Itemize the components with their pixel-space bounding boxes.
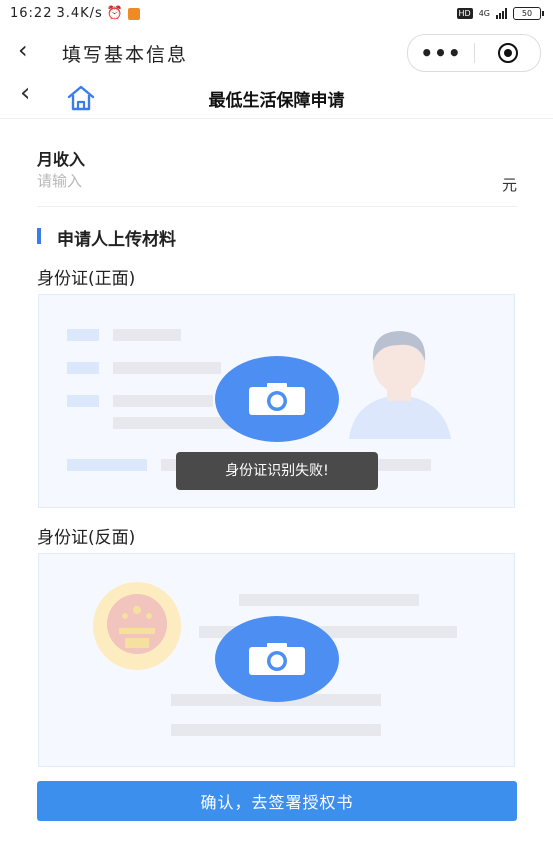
hd-badge: HD xyxy=(456,8,473,19)
status-time: 16:22 xyxy=(10,6,53,21)
confirm-sign-button[interactable]: 确认，去签署授权书 xyxy=(37,781,517,821)
national-emblem-icon xyxy=(93,582,181,670)
capsule-menu: ••• xyxy=(407,34,541,72)
page-title: 最低生活保障申请 xyxy=(208,91,345,111)
section-title: 申请人上传材料 xyxy=(37,225,176,250)
target-icon xyxy=(497,43,518,63)
battery-icon: 50 xyxy=(513,7,544,20)
camera-button[interactable] xyxy=(215,356,339,442)
income-unit: 元 xyxy=(501,176,517,194)
network-label: 4G xyxy=(478,9,490,18)
income-field: 月收入 元 xyxy=(37,146,517,207)
app-notification-icon xyxy=(128,7,141,20)
placeholder-line xyxy=(67,362,99,374)
placeholder-line xyxy=(239,594,419,606)
camera-button[interactable] xyxy=(215,616,339,702)
placeholder-line xyxy=(171,724,381,736)
page-header: ‹ 最低生活保障申请 xyxy=(0,76,553,119)
camera-icon xyxy=(249,383,305,415)
status-left: 16:22 3.4K/s ⏰ xyxy=(10,6,141,21)
income-label: 月收入 xyxy=(37,150,86,169)
placeholder-line xyxy=(113,329,181,341)
nav-title: 填写基本信息 xyxy=(62,44,189,66)
id-front-label: 身份证(正面) xyxy=(37,269,136,289)
placeholder-line xyxy=(67,459,147,471)
income-input[interactable] xyxy=(37,172,477,190)
nav-back-icon[interactable]: ‹ xyxy=(18,36,28,64)
mini-program-navbar: ‹ 填写基本信息 ••• xyxy=(0,30,553,74)
error-toast: 身份证识别失败! xyxy=(176,452,378,490)
status-right: HD 4G 50 xyxy=(456,7,544,20)
status-bar: 16:22 3.4K/s ⏰ HD 4G 50 xyxy=(0,0,553,30)
person-silhouette-icon xyxy=(349,331,451,439)
placeholder-line xyxy=(67,329,99,341)
more-button[interactable]: ••• xyxy=(408,35,474,71)
signal-icon xyxy=(496,8,507,19)
id-back-label: 身份证(反面) xyxy=(37,528,136,548)
placeholder-line xyxy=(113,362,221,374)
status-speed: 3.4K/s xyxy=(56,6,103,21)
placeholder-line xyxy=(67,395,99,407)
placeholder-line xyxy=(113,395,213,407)
camera-icon xyxy=(249,643,305,675)
id-back-upload[interactable] xyxy=(38,553,515,767)
close-button[interactable] xyxy=(475,43,540,63)
alarm-icon: ⏰ xyxy=(106,6,125,21)
